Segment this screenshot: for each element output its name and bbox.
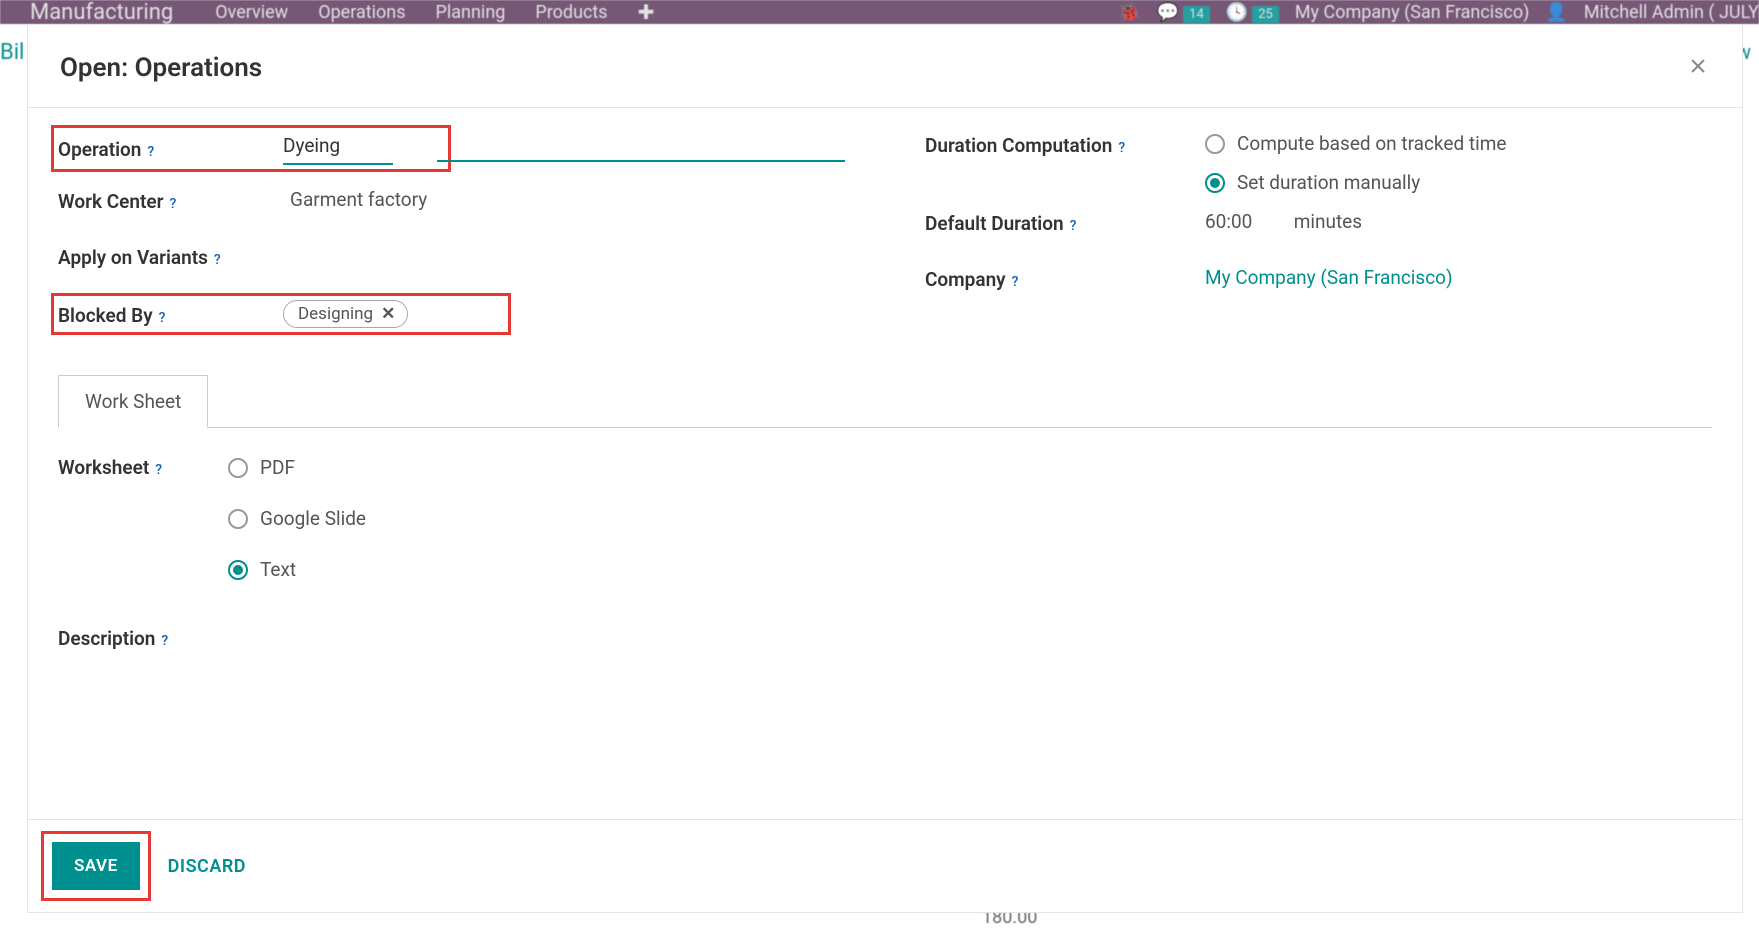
operation-label: Operation: [58, 138, 141, 161]
radio-label: Set duration manually: [1237, 171, 1420, 194]
save-button[interactable]: SAVE: [52, 842, 140, 890]
operation-input[interactable]: [283, 132, 393, 165]
tab-bar: Work Sheet: [58, 374, 1712, 428]
messages-icon[interactable]: 💬14: [1157, 2, 1210, 23]
avatar-icon[interactable]: 👤: [1545, 2, 1567, 23]
dialog-header: Open: Operations: [28, 25, 1742, 108]
help-icon[interactable]: ?: [214, 252, 221, 268]
nav-user[interactable]: Mitchell Admin ( JULY: [1584, 2, 1759, 23]
help-icon[interactable]: ?: [159, 310, 166, 326]
blocked-by-label: Blocked By: [58, 304, 153, 327]
operations-dialog: Open: Operations Operation ?: [27, 24, 1743, 913]
duration-computation-label: Duration Computation: [925, 134, 1112, 157]
help-icon[interactable]: ?: [1118, 140, 1125, 156]
worksheet-opt-pdf[interactable]: PDF: [228, 456, 366, 479]
duration-opt-manual[interactable]: Set duration manually: [1205, 171, 1712, 194]
default-duration-unit: minutes: [1294, 210, 1362, 233]
radio-icon: [228, 509, 248, 529]
tag-label: Designing: [298, 304, 373, 324]
nav-overview[interactable]: Overview: [215, 2, 288, 23]
radio-label: Compute based on tracked time: [1237, 132, 1506, 155]
radio-label: PDF: [260, 456, 295, 479]
nav-planning[interactable]: Planning: [436, 2, 506, 23]
tab-work-sheet[interactable]: Work Sheet: [58, 375, 208, 428]
nav-products[interactable]: Products: [535, 2, 607, 23]
help-icon[interactable]: ?: [161, 633, 168, 649]
dialog-title: Open: Operations: [60, 53, 262, 83]
clock-icon[interactable]: 🕓25: [1226, 2, 1279, 23]
radio-icon: [228, 560, 248, 580]
blocked-by-tag[interactable]: Designing ✕: [283, 300, 408, 328]
default-duration-value[interactable]: 60:00: [1205, 210, 1265, 233]
radio-label: Google Slide: [260, 507, 366, 530]
work-center-value[interactable]: Garment factory: [290, 188, 845, 211]
description-label: Description: [58, 627, 155, 650]
dialog-footer: SAVE DISCARD: [28, 819, 1742, 912]
bg-breadcrumb-left: Bil: [0, 40, 24, 65]
top-navbar: Manufacturing Overview Operations Planni…: [0, 0, 1759, 24]
radio-icon: [1205, 134, 1225, 154]
close-icon[interactable]: [1686, 54, 1710, 82]
worksheet-label: Worksheet: [58, 456, 149, 479]
help-icon[interactable]: ?: [147, 144, 154, 160]
messages-badge: 14: [1183, 6, 1210, 23]
help-icon[interactable]: ?: [1012, 274, 1019, 290]
work-center-label: Work Center: [58, 190, 163, 213]
help-icon[interactable]: ?: [169, 196, 176, 212]
help-icon[interactable]: ?: [155, 462, 162, 478]
nav-company[interactable]: My Company (San Francisco): [1295, 2, 1530, 23]
worksheet-opt-slide[interactable]: Google Slide: [228, 507, 366, 530]
clock-badge: 25: [1252, 6, 1279, 23]
company-value[interactable]: My Company (San Francisco): [1205, 266, 1712, 289]
dialog-body: Operation ? Work Center ? Garment factor…: [28, 108, 1742, 819]
worksheet-opt-text[interactable]: Text: [228, 558, 366, 581]
variants-label: Apply on Variants: [58, 246, 208, 269]
bug-icon[interactable]: 🐞: [1118, 2, 1140, 23]
discard-button[interactable]: DISCARD: [168, 856, 246, 877]
nav-operations[interactable]: Operations: [318, 2, 405, 23]
radio-icon: [228, 458, 248, 478]
radio-icon: [1205, 173, 1225, 193]
duration-opt-tracked[interactable]: Compute based on tracked time: [1205, 132, 1712, 155]
plus-icon[interactable]: ✚: [638, 0, 655, 24]
nav-brand[interactable]: Manufacturing: [30, 0, 173, 25]
help-icon[interactable]: ?: [1070, 218, 1077, 234]
radio-label: Text: [260, 558, 296, 581]
company-label: Company: [925, 268, 1006, 291]
tag-remove-icon[interactable]: ✕: [381, 304, 395, 324]
default-duration-label: Default Duration: [925, 212, 1064, 235]
